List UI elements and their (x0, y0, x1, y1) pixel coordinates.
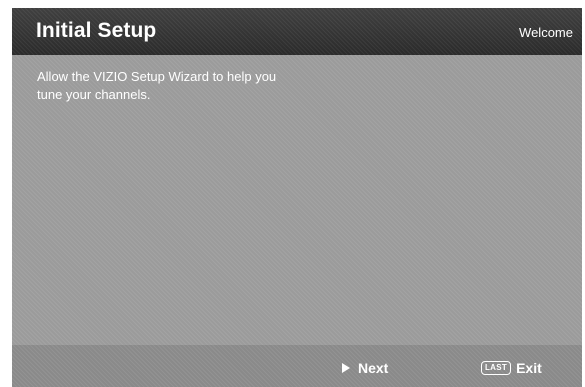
page-title: Initial Setup (36, 19, 157, 42)
setup-message: Allow the VIZIO Setup Wizard to help you… (37, 69, 277, 102)
last-key-icon: LAST (481, 361, 512, 375)
next-button[interactable]: Next (342, 360, 388, 376)
footer-bar: Next LAST Exit (12, 345, 582, 387)
header-bar: Initial Setup Welcome (12, 8, 582, 56)
play-icon (342, 363, 350, 373)
exit-button[interactable]: LAST Exit (481, 360, 542, 376)
breadcrumb: Welcome (519, 25, 573, 40)
exit-label: Exit (516, 360, 542, 376)
content-area: Allow the VIZIO Setup Wizard to help you… (12, 55, 582, 345)
next-label: Next (358, 360, 389, 376)
setup-screen: Initial Setup Welcome Allow the VIZIO Se… (0, 0, 585, 387)
